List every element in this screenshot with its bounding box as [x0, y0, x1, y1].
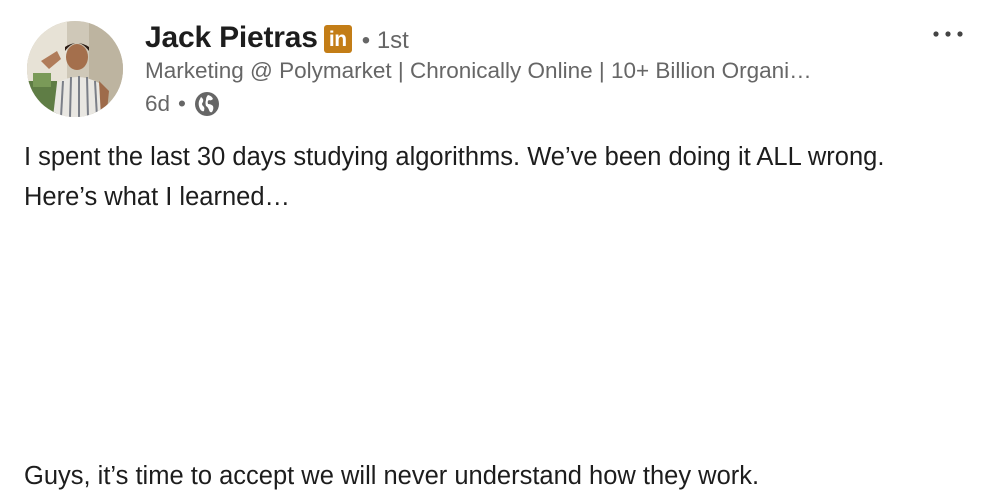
post-text-paragraph-2: Guys, it’s time to accept we will never …	[24, 462, 760, 490]
post-age[interactable]: 6d	[145, 91, 170, 117]
author-avatar[interactable]	[27, 21, 123, 117]
post-meta: 6d •	[145, 89, 220, 119]
avatar-photo	[27, 21, 123, 117]
feed-post: Jack Pietras in • 1st Marketing @ Polyma…	[0, 0, 998, 496]
author-name-row: Jack Pietras in • 1st	[145, 18, 409, 58]
more-horizontal-icon	[933, 31, 963, 37]
author-headline[interactable]: Marketing @ Polymarket | Chronically Onl…	[145, 58, 905, 84]
meta-separator: •	[178, 91, 186, 116]
more-options-button[interactable]	[928, 18, 968, 50]
linkedin-premium-icon: in	[323, 25, 352, 53]
author-name[interactable]: Jack Pietras	[145, 21, 318, 55]
badge-label: in	[328, 28, 347, 51]
connection-degree: • 1st	[361, 27, 409, 54]
globe-icon	[194, 91, 220, 117]
post-text-paragraph-1: I spent the last 30 days studying algori…	[24, 143, 885, 211]
